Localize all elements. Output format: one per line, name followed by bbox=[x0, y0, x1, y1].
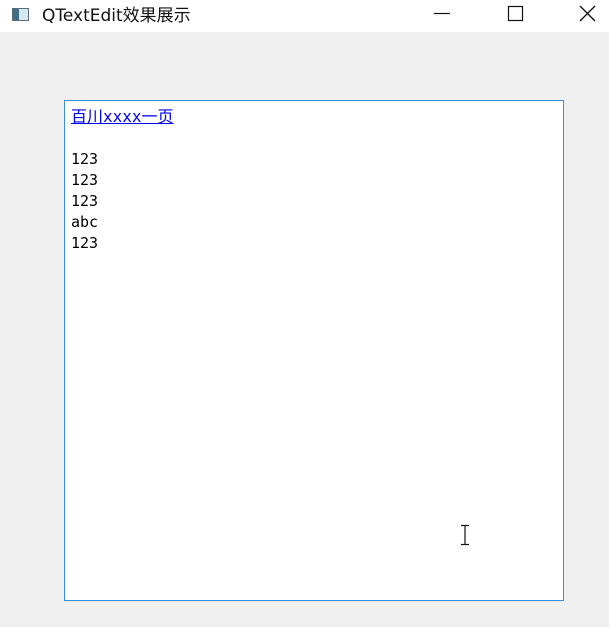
maximize-icon bbox=[507, 5, 524, 22]
text-edit-document: 百川xxxx一页 123 123 123 abc 123 bbox=[71, 106, 174, 254]
text-line: 123 bbox=[71, 171, 99, 189]
text-line: abc bbox=[71, 213, 99, 231]
maximize-button[interactable] bbox=[492, 0, 538, 32]
close-icon bbox=[579, 5, 596, 22]
text-line: 123 bbox=[71, 234, 99, 252]
text-edit[interactable]: 百川xxxx一页 123 123 123 abc 123 bbox=[64, 100, 564, 601]
text-cursor-icon bbox=[461, 524, 469, 546]
main-window: QTextEdit效果展示 百川xxxx一页 123 123 123 abc 1… bbox=[0, 0, 609, 627]
app-window-icon bbox=[12, 8, 29, 21]
minimize-button[interactable] bbox=[419, 0, 465, 32]
text-line: 123 bbox=[71, 150, 99, 168]
window-title: QTextEdit效果展示 bbox=[42, 6, 191, 26]
text-line: 123 bbox=[71, 192, 99, 210]
close-button[interactable] bbox=[563, 0, 609, 32]
minimize-icon bbox=[434, 12, 450, 15]
title-bar[interactable]: QTextEdit效果展示 bbox=[0, 0, 609, 32]
hyperlink[interactable]: 百川xxxx一页 bbox=[71, 106, 174, 128]
